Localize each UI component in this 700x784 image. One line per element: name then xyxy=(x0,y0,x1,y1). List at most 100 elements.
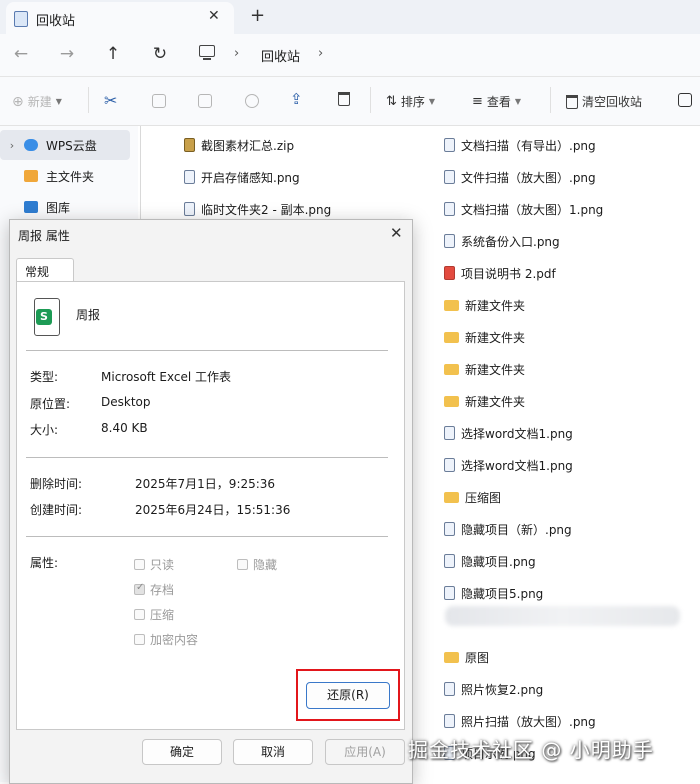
folder-item[interactable]: 新建文件夹 xyxy=(444,289,603,321)
folder-item[interactable]: 原图 xyxy=(444,641,603,673)
file-name: 选择word文档1.png xyxy=(461,426,573,441)
cut-icon[interactable]: ✂ xyxy=(104,91,117,110)
refresh-icon[interactable]: ↻ xyxy=(149,44,171,64)
view-button[interactable]: ≡ 查看 ▼ xyxy=(472,93,521,110)
checkbox-label: 隐藏 xyxy=(253,558,278,572)
apply-button[interactable]: 应用(A) xyxy=(325,739,405,765)
close-icon[interactable]: ✕ xyxy=(390,224,403,242)
cancel-button[interactable]: 取消 xyxy=(233,739,313,765)
image-file-icon xyxy=(184,170,195,184)
file-column-left: 截图素材汇总.zip 开启存储感知.png 临时文件夹2 - 副本.png xyxy=(184,129,331,225)
sort-label: 排序 xyxy=(400,95,425,109)
file-item[interactable]: 选择word文档1.png xyxy=(444,417,603,449)
file-name: 文档扫描（有导出）.png xyxy=(461,138,596,153)
image-file-icon xyxy=(444,458,455,472)
sidebar-item-wps-cloud[interactable]: › WPS云盘 xyxy=(0,130,130,160)
share-icon[interactable]: ⇪ xyxy=(290,90,303,108)
file-name: 隐藏项目.png xyxy=(461,554,536,569)
file-item[interactable]: 隐藏项目（新）.png xyxy=(444,513,603,545)
file-name: 文档扫描（放大图）1.png xyxy=(461,202,604,217)
paste-icon[interactable] xyxy=(198,94,212,108)
new-tab-button[interactable]: + xyxy=(250,5,265,26)
folder-item[interactable]: 压缩图 xyxy=(444,481,603,513)
ok-button[interactable]: 确定 xyxy=(142,739,222,765)
restore-all-icon[interactable] xyxy=(678,93,692,107)
encrypt-checkbox[interactable]: 加密内容 xyxy=(134,631,198,648)
file-item[interactable]: 文件扫描（放大图）.png xyxy=(444,161,603,193)
file-name: 选择word文档1.png xyxy=(461,458,573,473)
checkbox-label: 加密内容 xyxy=(150,633,199,647)
back-icon[interactable]: ← xyxy=(10,44,32,64)
empty-recycle-bin-button[interactable]: 清空回收站 xyxy=(566,93,642,110)
archive-checkbox[interactable]: 存档 xyxy=(134,581,174,598)
zip-file-icon xyxy=(184,138,195,152)
folder-item[interactable]: 新建文件夹 xyxy=(444,353,603,385)
file-name: 新建文件夹 xyxy=(465,298,526,313)
tab-bar: 回收站 ✕ + xyxy=(0,0,700,34)
file-item[interactable]: 开启存储感知.png xyxy=(184,161,331,193)
file-name: 新建文件夹 xyxy=(465,394,526,409)
checkbox-label: 压缩 xyxy=(150,608,175,622)
file-item[interactable]: 文档扫描（有导出）.png xyxy=(444,129,603,161)
folder-icon xyxy=(444,395,459,407)
up-icon[interactable]: ↑ xyxy=(102,44,124,64)
location-value: Desktop xyxy=(101,395,151,409)
deleted-time-label: 删除时间: xyxy=(30,477,83,491)
tab-recycle-bin[interactable]: 回收站 ✕ xyxy=(6,2,234,34)
watermark: 掘金技术社区 @ 小明助手 xyxy=(408,738,654,762)
file-item[interactable]: 照片恢复2.png xyxy=(444,673,603,705)
file-item[interactable]: 文档扫描（放大图）1.png xyxy=(444,193,603,225)
sort-button[interactable]: ⇅ 排序 ▼ xyxy=(386,93,435,110)
close-icon[interactable]: ✕ xyxy=(208,8,220,24)
file-column-right: 文档扫描（有导出）.png 文件扫描（放大图）.png 文档扫描（放大图）1.p… xyxy=(444,129,603,769)
sort-icon: ⇅ xyxy=(386,94,397,109)
restore-button[interactable]: 还原(R) xyxy=(306,682,390,709)
divider xyxy=(550,87,551,113)
file-item[interactable]: 系统备份入口.png xyxy=(444,225,603,257)
chevron-down-icon: ▼ xyxy=(55,97,62,106)
type-value: Microsoft Excel 工作表 xyxy=(101,370,232,384)
created-time-label: 创建时间: xyxy=(30,503,83,517)
chevron-right-icon[interactable]: › xyxy=(234,46,239,61)
size-value: 8.40 KB xyxy=(101,421,148,435)
file-item[interactable]: 截图素材汇总.zip xyxy=(184,129,331,161)
hidden-checkbox[interactable]: 隐藏 xyxy=(237,556,277,573)
attributes-label: 属性: xyxy=(30,556,59,570)
chevron-right-icon[interactable]: › xyxy=(0,139,24,152)
trash-icon xyxy=(566,94,578,109)
delete-icon[interactable] xyxy=(338,92,350,106)
rename-icon[interactable] xyxy=(245,94,259,108)
sidebar-item-gallery[interactable]: 图库 xyxy=(0,192,130,222)
copy-icon[interactable] xyxy=(152,94,166,108)
file-item[interactable]: 项目说明书 2.pdf xyxy=(444,257,603,289)
computer-icon[interactable] xyxy=(199,45,215,60)
pdf-file-icon xyxy=(444,266,455,280)
file-item[interactable]: 照片扫描（放大图）.png xyxy=(444,705,603,737)
checkbox-box xyxy=(134,609,145,620)
home-icon xyxy=(24,170,38,182)
chevron-right-icon[interactable]: › xyxy=(318,46,323,61)
divider xyxy=(26,350,388,351)
forward-icon[interactable]: → xyxy=(56,44,78,64)
file-item[interactable]: 隐藏项目.png xyxy=(444,545,603,577)
checkbox-box xyxy=(134,634,145,645)
tab-general[interactable]: 常规 xyxy=(16,258,74,283)
file-item[interactable]: 隐藏项目5.png xyxy=(444,577,603,609)
folder-item[interactable]: 新建文件夹 xyxy=(444,321,603,353)
file-item[interactable]: 选择word文档1.png xyxy=(444,449,603,481)
compress-checkbox[interactable]: 压缩 xyxy=(134,606,174,623)
file-name: 系统备份入口.png xyxy=(461,234,560,249)
file-name-field[interactable]: 周报 xyxy=(76,306,100,323)
readonly-checkbox[interactable]: 只读 xyxy=(134,556,174,573)
folder-item[interactable]: 新建文件夹 xyxy=(444,385,603,417)
blurred-region xyxy=(445,606,680,626)
tab-label: 常规 xyxy=(25,265,50,279)
image-file-icon xyxy=(444,554,455,568)
image-file-icon xyxy=(444,170,455,184)
sidebar-item-home[interactable]: 主文件夹 xyxy=(0,161,130,191)
new-button[interactable]: ⊕ 新建 ▼ xyxy=(12,93,62,110)
command-bar: ⊕ 新建 ▼ ✂ ⇪ ⇅ 排序 ▼ ≡ 查看 ▼ 清空回收站 xyxy=(0,77,700,126)
breadcrumb[interactable]: 回收站 xyxy=(261,46,300,65)
divider xyxy=(88,87,89,113)
cloud-icon xyxy=(24,139,38,151)
